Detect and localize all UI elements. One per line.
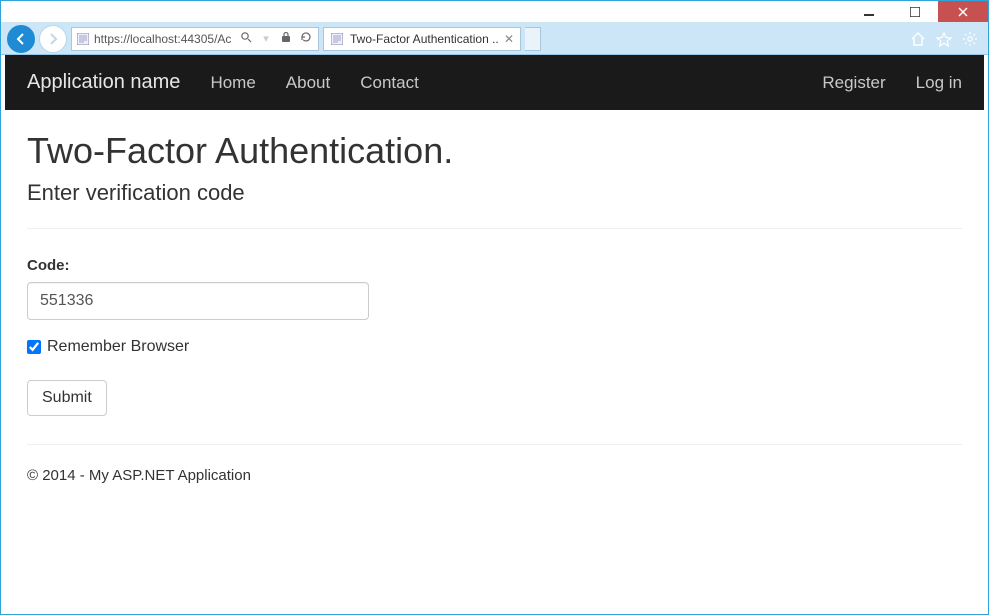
- window-minimize-button[interactable]: [846, 1, 892, 22]
- home-icon[interactable]: [910, 31, 926, 47]
- nav-forward-button[interactable]: [39, 25, 67, 53]
- header-separator: [27, 228, 962, 229]
- remember-label: Remember Browser: [47, 338, 189, 356]
- address-bar[interactable]: https://localhost:44305/Ac ▾: [71, 27, 319, 51]
- code-label: Code:: [27, 257, 962, 274]
- code-form-group: Code:: [27, 257, 962, 320]
- site-navbar: Application name Home About Contact Regi…: [5, 55, 984, 110]
- nav-home[interactable]: Home: [210, 73, 255, 93]
- address-url-text: https://localhost:44305/Ac: [94, 32, 234, 46]
- remember-row: Remember Browser: [27, 338, 962, 356]
- remember-checkbox[interactable]: [27, 340, 41, 354]
- tab-close-icon[interactable]: ✕: [504, 32, 514, 46]
- code-input[interactable]: [27, 282, 369, 320]
- footer-separator: [27, 444, 962, 445]
- refresh-icon[interactable]: [298, 31, 314, 46]
- nav-contact[interactable]: Contact: [360, 73, 419, 93]
- new-tab-button[interactable]: [525, 27, 541, 51]
- nav-about[interactable]: About: [286, 73, 330, 93]
- page-title: Two-Factor Authentication.: [27, 130, 962, 172]
- lock-icon: [278, 31, 294, 46]
- nav-register[interactable]: Register: [822, 73, 885, 93]
- window-titlebar: [1, 1, 988, 23]
- browser-tab[interactable]: Two-Factor Authentication ... ✕: [323, 27, 521, 51]
- tab-title: Two-Factor Authentication ...: [350, 32, 498, 46]
- site-favicon-icon: [76, 32, 90, 46]
- window-maximize-button[interactable]: [892, 1, 938, 22]
- favorites-icon[interactable]: [936, 31, 952, 47]
- nav-back-button[interactable]: [7, 25, 35, 53]
- nav-login[interactable]: Log in: [916, 73, 962, 93]
- page-viewport: Application name Home About Contact Regi…: [1, 55, 988, 614]
- search-icon[interactable]: [238, 31, 254, 46]
- settings-icon[interactable]: [962, 31, 978, 47]
- window-close-button[interactable]: [938, 1, 988, 22]
- page-content: Two-Factor Authentication. Enter verific…: [5, 110, 984, 484]
- browser-toolbar: https://localhost:44305/Ac ▾ Two-Factor …: [1, 23, 988, 55]
- page-subtitle: Enter verification code: [27, 180, 962, 206]
- brand-link[interactable]: Application name: [27, 71, 180, 94]
- address-icons: ▾: [238, 31, 314, 46]
- browser-right-icons: [910, 31, 982, 47]
- separator-icon: ▾: [258, 32, 274, 45]
- submit-button[interactable]: Submit: [27, 380, 107, 416]
- footer-text: © 2014 - My ASP.NET Application: [27, 467, 962, 484]
- tab-favicon-icon: [330, 32, 344, 46]
